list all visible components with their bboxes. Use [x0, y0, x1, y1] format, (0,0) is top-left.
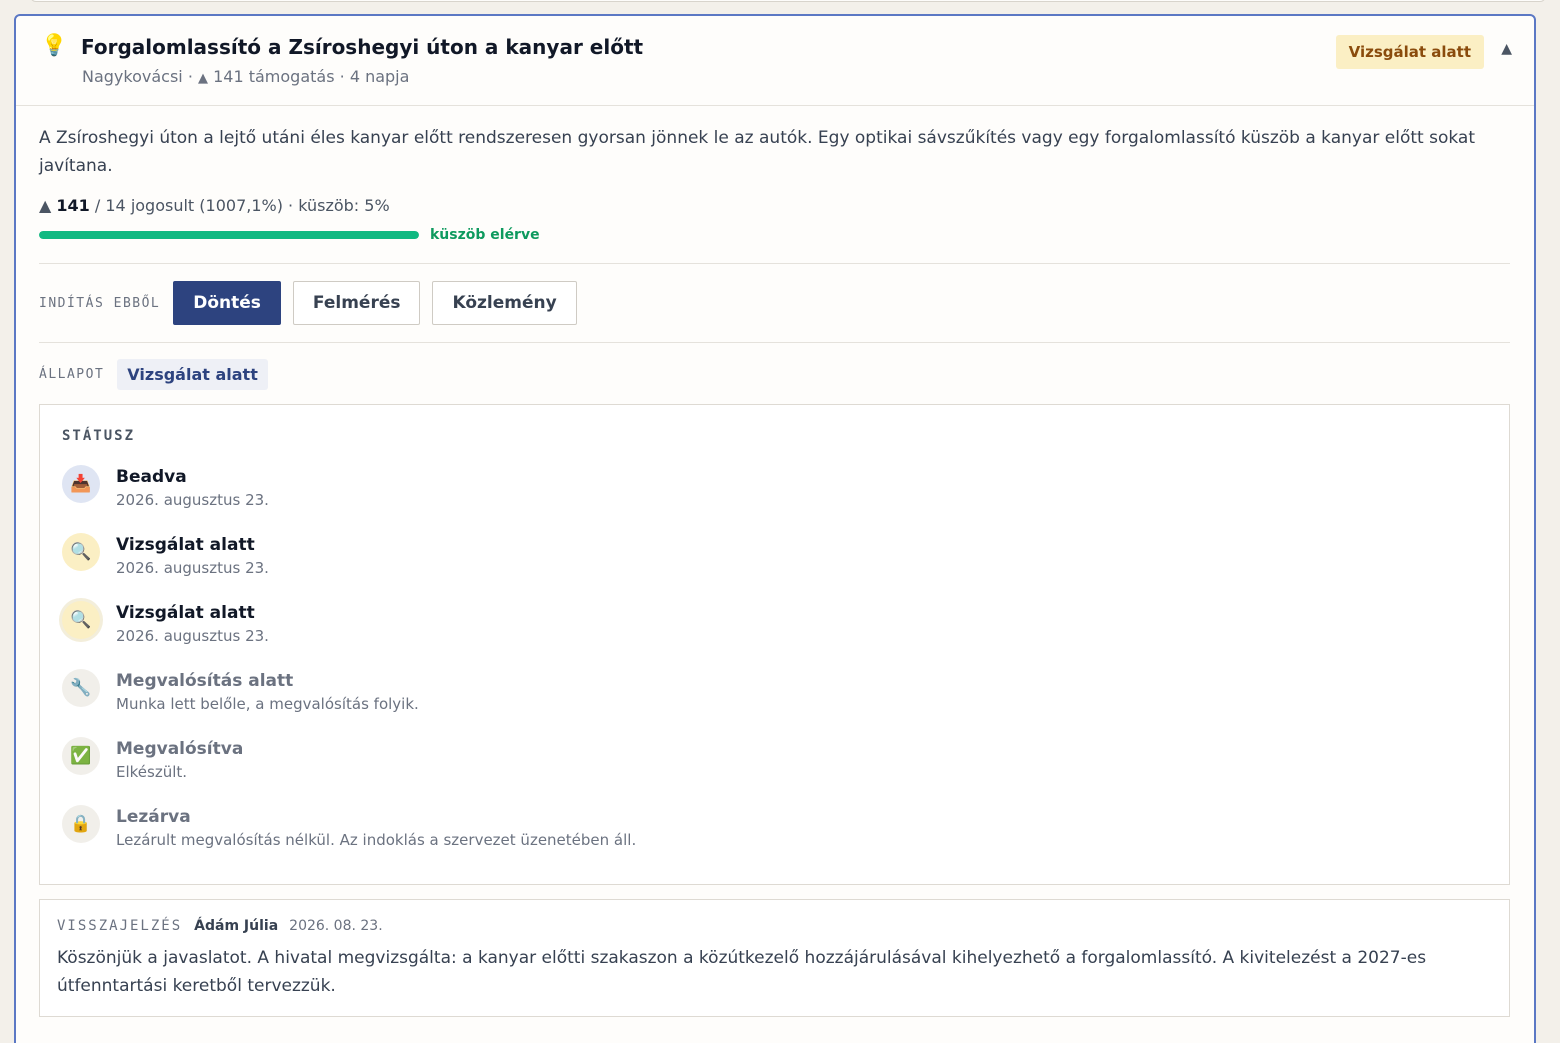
step-date: 2026. augusztus 23.	[116, 491, 269, 509]
status-badge: Vizsgálat alatt	[1335, 35, 1484, 69]
threshold-progress: küszöb elérve	[39, 227, 1510, 243]
meta-location: Nagykovácsi	[82, 67, 183, 86]
status-timeline: STÁTUSZ 📥 Beadva 2026. augusztus 23. 🔍 V…	[39, 404, 1510, 885]
proposal-card: 💡 Forgalomlassító a Zsíroshegyi úton a k…	[14, 14, 1536, 1043]
proposal-meta: Nagykovácsi · ▲ 141 támogatás · 4 napja	[82, 67, 410, 86]
vote-summary: ▲ 141 / 14 jogosult (1007,1%) · küszöb: …	[39, 196, 1510, 215]
lightbulb-icon: 💡	[41, 33, 68, 57]
step-title: Megvalósítás alatt	[116, 671, 294, 691]
proposal-title: Forgalomlassító a Zsíroshegyi úton a kan…	[81, 35, 644, 59]
launch-label: INDÍTÁS EBBŐL	[39, 295, 161, 311]
vote-eligible: / 14 jogosult (1007,1%)	[89, 196, 283, 215]
timeline-step-review: 🔍 Vizsgálat alatt 2026. augusztus 23.	[62, 533, 1487, 602]
decision-button[interactable]: Döntés	[173, 281, 281, 325]
feedback-date: 2026. 08. 23.	[289, 918, 383, 934]
feedback-text: Köszönjük a javaslatot. A hivatal megviz…	[57, 948, 1427, 996]
progress-label: küszöb elérve	[430, 227, 540, 243]
launch-toolbar: INDÍTÁS EBBŐL Döntés Felmérés Közlemény	[39, 264, 1510, 342]
magnifier-icon: 🔍	[62, 601, 100, 639]
step-title: Vizsgálat alatt	[116, 603, 255, 623]
step-description: Munka lett belőle, a megvalósítás folyik…	[116, 695, 419, 713]
feedback-author: Ádám Júlia	[194, 918, 279, 934]
step-title: Lezárva	[116, 807, 191, 827]
check-mark-icon: ✅	[62, 737, 100, 775]
magnifier-icon: 🔍	[62, 533, 100, 571]
survey-button[interactable]: Felmérés	[292, 281, 421, 325]
lock-icon: 🔒	[62, 805, 100, 843]
step-description: Lezárult megvalósítás nélkül. Az indoklá…	[116, 831, 637, 849]
state-row: ÁLLAPOT Vizsgálat alatt	[39, 359, 1510, 390]
feedback-box: VISSZAJELZÉS Ádám Júlia 2026. 08. 23. Kö…	[39, 899, 1510, 1017]
timeline-step-review-current: 🔍 Vizsgálat alatt 2026. augusztus 23.	[62, 601, 1487, 670]
step-title: Vizsgálat alatt	[116, 535, 255, 555]
timeline-step-submitted: 📥 Beadva 2026. augusztus 23.	[62, 465, 1487, 534]
state-label: ÁLLAPOT	[39, 367, 105, 382]
progress-fill	[39, 231, 419, 239]
meta-age: 4 napja	[349, 67, 410, 86]
step-date: 2026. augusztus 23.	[116, 627, 269, 645]
divider	[39, 342, 1510, 343]
wrench-icon: 🔧	[62, 669, 100, 707]
step-title: Megvalósítva	[116, 739, 244, 759]
step-title: Beadva	[116, 467, 187, 487]
status-heading: STÁTUSZ	[62, 428, 136, 444]
proposal-description: A Zsíroshegyi úton a lejtő utáni éles ka…	[39, 128, 1475, 176]
card-header[interactable]: 💡 Forgalomlassító a Zsíroshegyi úton a k…	[16, 16, 1534, 106]
timeline-step-in-progress: 🔧 Megvalósítás alatt Munka lett belőle, …	[62, 669, 1487, 738]
feedback-label: VISSZAJELZÉS	[57, 918, 183, 934]
collapse-chevron-icon[interactable]: ▲	[1501, 41, 1512, 57]
inbox-tray-icon: 📥	[62, 465, 100, 503]
announcement-button[interactable]: Közlemény	[432, 281, 577, 325]
meta-support-count: 141 támogatás	[213, 67, 335, 86]
step-date: 2026. augusztus 23.	[116, 559, 269, 577]
timeline-step-closed: 🔒 Lezárva Lezárult megvalósítás nélkül. …	[62, 805, 1487, 874]
progress-track	[39, 231, 419, 239]
vote-arrow-icon: ▲	[39, 196, 52, 215]
timeline-step-done: ✅ Megvalósítva Elkészült.	[62, 737, 1487, 806]
previous-card-edge	[30, 0, 1546, 2]
vote-threshold: · küszöb: 5%	[282, 196, 390, 215]
state-value-pill[interactable]: Vizsgálat alatt	[117, 359, 268, 390]
step-description: Elkészült.	[116, 763, 188, 781]
vote-count: 141	[56, 196, 90, 215]
upvote-arrow-icon: ▲	[198, 71, 208, 86]
